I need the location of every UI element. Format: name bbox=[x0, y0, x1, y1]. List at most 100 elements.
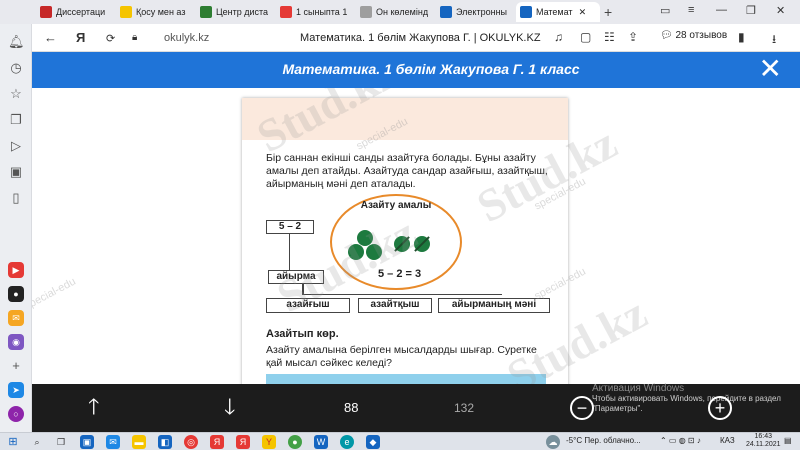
tab-3[interactable]: Центр диста bbox=[196, 2, 274, 22]
tab-label: Қосу мен аз bbox=[136, 7, 186, 17]
minimize-icon[interactable]: — bbox=[716, 4, 727, 16]
download-icon[interactable]: ⭳ bbox=[772, 30, 776, 51]
window-close-icon[interactable]: ✕ bbox=[776, 4, 785, 17]
section-title: Азайтып көр. bbox=[266, 328, 339, 340]
tab-6[interactable]: Электронны bbox=[436, 2, 514, 22]
arrow-line bbox=[289, 234, 290, 270]
refresh-icon[interactable]: ⟳ bbox=[106, 32, 115, 45]
url-text[interactable]: okulyk.kz bbox=[164, 32, 209, 44]
app-purple-icon[interactable]: ◉ bbox=[8, 334, 24, 350]
clock[interactable]: 16:43 24.11.2021 bbox=[746, 433, 781, 449]
connector-line bbox=[302, 294, 502, 295]
app-dark-icon[interactable]: ● bbox=[8, 286, 24, 302]
tab-2[interactable]: Қосу мен аз bbox=[116, 2, 194, 22]
reader-close-icon[interactable]: ✕ bbox=[759, 54, 782, 84]
yandex-icon[interactable]: Я bbox=[76, 30, 85, 45]
menu-icon[interactable]: ≡ bbox=[688, 4, 694, 16]
reviews-count: 28 отзывов bbox=[675, 30, 728, 41]
tab-label: Электронны bbox=[456, 7, 508, 17]
play-icon[interactable]: ▷ bbox=[8, 138, 24, 154]
calendar-icon[interactable]: ▣ bbox=[8, 164, 24, 180]
tray-icons[interactable]: ⌃ ▭ ◍ ⊡ ♪ bbox=[660, 436, 701, 445]
connector-line bbox=[302, 284, 304, 294]
headphones-icon[interactable]: ♫ bbox=[554, 30, 563, 44]
maximize-icon[interactable]: ❐ bbox=[746, 4, 756, 17]
activation-title: Активация Windows bbox=[592, 383, 685, 394]
tab-favicon-icon bbox=[120, 6, 132, 18]
new-tab-icon[interactable]: + bbox=[604, 4, 612, 20]
send-icon[interactable]: ➤ bbox=[8, 382, 24, 398]
lock-icon: 🔒︎ bbox=[132, 32, 138, 43]
bookmark-icon[interactable]: ▮ bbox=[738, 30, 745, 44]
weather-icon: ☁ bbox=[546, 435, 560, 449]
reviews-badge[interactable]: 💬︎ 28 отзывов bbox=[660, 30, 727, 41]
expression-box: 5 – 2 bbox=[266, 220, 314, 234]
oval-expression: 5 – 2 = 3 bbox=[378, 268, 422, 280]
yandex-app-icon[interactable]: Я bbox=[210, 435, 224, 449]
browser-sidebar: 🔔︎ ◷ ☆ ❐ ▷ ▣ ▯ ▶ ● ✉ ◉ + ➤ ○ bbox=[0, 24, 32, 432]
app-red-icon[interactable]: ▶ bbox=[8, 262, 24, 278]
zoom-in-button[interactable]: + bbox=[708, 396, 732, 420]
word-icon[interactable]: W bbox=[314, 435, 328, 449]
app-green-icon[interactable]: ● bbox=[288, 435, 302, 449]
counter-dot bbox=[357, 230, 373, 246]
reader-content: Бір саннан екінші санды азайтуға болады.… bbox=[32, 88, 800, 384]
search-icon[interactable]: ⌕ bbox=[30, 435, 44, 449]
windows-taskbar: ⊞ ⌕ ❒ ▣ ✉ ▬ ◧ ◎ Я Я Y ● W e ◆ ☁ -5°C Пер… bbox=[0, 432, 800, 450]
alice-icon[interactable]: ○ bbox=[8, 406, 24, 422]
collections-icon[interactable]: ❐ bbox=[8, 112, 24, 128]
intro-paragraph: Бір саннан екінші санды азайтуға болады.… bbox=[266, 152, 548, 190]
tab-active[interactable]: Математ ✕ bbox=[516, 2, 600, 22]
tab-favicon-icon bbox=[360, 6, 372, 18]
tab-label: Диссертаци bbox=[56, 7, 106, 17]
book-page: Бір саннан екінші санды азайтуға болады.… bbox=[242, 98, 568, 384]
tab-4[interactable]: 1 сыныпта 1 bbox=[276, 2, 354, 22]
bell-icon[interactable]: 🔔︎ bbox=[8, 34, 25, 50]
tab-favicon-icon bbox=[520, 6, 532, 18]
mail-app-icon[interactable]: ✉ bbox=[106, 435, 120, 449]
current-page[interactable]: 88 bbox=[344, 400, 358, 415]
tab-label: Он көлемінд bbox=[376, 7, 429, 17]
reader-title: Математика. 1 бөлім Жакупова Г. 1 класс bbox=[282, 61, 580, 77]
explorer-icon[interactable]: ▬ bbox=[132, 435, 146, 449]
task-view-icon[interactable]: ❒ bbox=[54, 435, 68, 449]
add-app-icon[interactable]: + bbox=[8, 358, 24, 374]
reader-mode-icon[interactable]: ☷ bbox=[604, 30, 615, 44]
edge-icon[interactable]: e bbox=[340, 435, 354, 449]
page-up-icon[interactable]: 🡑 bbox=[88, 394, 99, 420]
app-y-icon[interactable]: Y bbox=[262, 435, 276, 449]
zoom-out-button[interactable]: − bbox=[570, 396, 594, 420]
tab-favicon-icon bbox=[200, 6, 212, 18]
chrome-icon[interactable]: ◎ bbox=[184, 435, 198, 449]
page-down-icon[interactable]: 🡓 bbox=[224, 394, 235, 420]
tab-label: Математ bbox=[536, 7, 573, 17]
total-pages: 132 bbox=[454, 401, 475, 415]
result-label: айырманың мәні bbox=[438, 298, 550, 313]
store-icon[interactable]: ◧ bbox=[158, 435, 172, 449]
tablet-icon[interactable]: ▯ bbox=[8, 190, 24, 206]
translate-icon[interactable]: ▢ bbox=[580, 30, 591, 44]
watermark-sub: special-edu bbox=[32, 275, 78, 313]
history-icon[interactable]: ◷ bbox=[8, 60, 24, 76]
back-icon[interactable]: ← bbox=[44, 30, 57, 45]
star-icon[interactable]: ☆ bbox=[8, 86, 24, 102]
counter-dot bbox=[348, 244, 364, 260]
app-icon[interactable]: ▣ bbox=[80, 435, 94, 449]
notification-icon[interactable]: ▤ bbox=[784, 436, 792, 445]
language-indicator[interactable]: КАЗ bbox=[720, 436, 735, 445]
tab-1[interactable]: Диссертаци bbox=[36, 2, 114, 22]
clock-date: 24.11.2021 bbox=[746, 441, 781, 448]
weather-text[interactable]: -5°C Пер. облачно... bbox=[566, 436, 641, 445]
app-blue-icon[interactable]: ◆ bbox=[366, 435, 380, 449]
tab-strip: Диссертаци Қосу мен аз Центр диста 1 сын… bbox=[0, 0, 800, 24]
task-text: Азайту амалына берілген мысалдарды шығар… bbox=[266, 344, 537, 369]
mail-icon[interactable]: ✉ bbox=[8, 310, 24, 326]
windows-start-icon[interactable]: ⊞ bbox=[6, 435, 20, 449]
share-icon[interactable]: ⇪ bbox=[628, 30, 638, 44]
profile-icon[interactable]: ▭ bbox=[660, 4, 670, 17]
yandex-browser-icon[interactable]: Я bbox=[236, 435, 250, 449]
tab-5[interactable]: Он көлемінд bbox=[356, 2, 434, 22]
speech-bubble-icon: 💬︎ bbox=[660, 30, 673, 41]
counter-dot bbox=[366, 244, 382, 260]
tab-close-icon[interactable]: ✕ bbox=[579, 7, 587, 18]
